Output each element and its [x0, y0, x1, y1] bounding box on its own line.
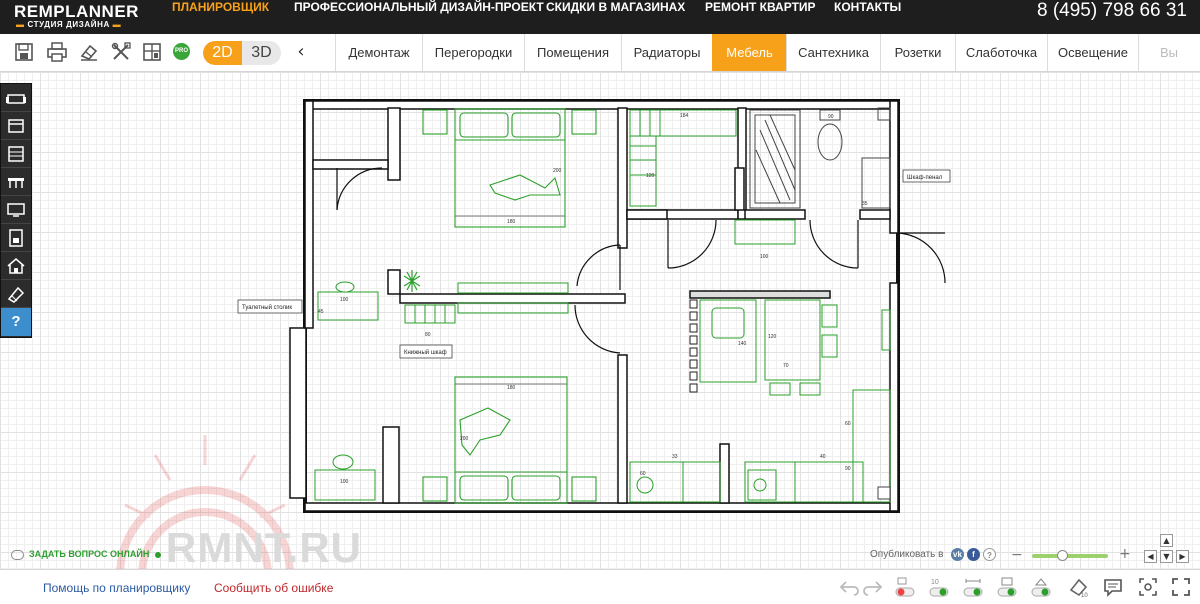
- report-error-link[interactable]: Сообщить об ошибке: [214, 581, 333, 595]
- dim-bed-bottom-side: 200: [460, 436, 469, 442]
- pan-up-button[interactable]: ▲: [1160, 534, 1173, 547]
- focus-icon[interactable]: [1137, 576, 1159, 598]
- toggle-icon[interactable]: [962, 576, 984, 598]
- ask-online-label: ЗАДАТЬ ВОПРОС ОНЛАЙН: [29, 549, 150, 559]
- shoe-rack: [734, 219, 796, 245]
- vk-share-icon[interactable]: vk: [951, 548, 964, 561]
- radiator: [689, 299, 698, 393]
- kitchen: [629, 389, 891, 503]
- decor-tool[interactable]: [1, 280, 31, 308]
- label-vanity: Туалетный столик: [242, 304, 292, 311]
- dim-sofa: 140: [738, 341, 747, 347]
- undo-icon[interactable]: [838, 576, 860, 598]
- chat-icon: [11, 549, 24, 560]
- dim-bed-bottom: 180: [507, 385, 516, 391]
- bed-bottom: [422, 376, 597, 504]
- appliance-tool[interactable]: [1, 224, 31, 252]
- dim-table-depth: 70: [783, 363, 789, 369]
- pan-down-button[interactable]: ▼: [1160, 550, 1173, 563]
- publish-label: Опубликовать в: [870, 549, 944, 560]
- dim-wardrobe-side: 120: [646, 173, 655, 179]
- bookcase: [404, 304, 456, 324]
- desk-bottom: [314, 454, 376, 501]
- dim-bed-top-side: 200: [553, 168, 562, 174]
- plant: [403, 270, 421, 292]
- bed-tool[interactable]: [1, 112, 31, 140]
- online-status-dot: [155, 551, 162, 558]
- dim-table-width: 120: [768, 334, 777, 340]
- toggle-icon[interactable]: [894, 576, 916, 598]
- sofa-tool[interactable]: [1, 84, 31, 112]
- toggle-icon[interactable]: 10: [928, 576, 950, 598]
- zoom-in-button[interactable]: +: [1119, 546, 1131, 562]
- svg-text:10: 10: [1081, 593, 1088, 598]
- share-help-icon[interactable]: ?: [983, 548, 996, 561]
- dim-desk-bottom: 100: [340, 479, 349, 485]
- dim-cabinet-side: 35: [862, 201, 868, 207]
- dim-wardrobe-top: 184: [680, 113, 689, 119]
- fullscreen-icon[interactable]: [1170, 576, 1192, 598]
- appliance-icon: [9, 229, 23, 247]
- dim-bath-side: 90: [828, 114, 834, 120]
- pan-left-button[interactable]: ◀: [1144, 550, 1157, 563]
- home-icon: [7, 258, 25, 274]
- label-cabinet: Шкаф-пенал: [907, 175, 943, 181]
- interior-walls: [312, 107, 891, 504]
- dim-hall-rack: 100: [760, 254, 769, 260]
- dim-hall-shelf: 100: [340, 297, 349, 303]
- sofa-icon: [6, 94, 26, 104]
- bottom-bar: Помощь по планировщику Сообщить об ошибк…: [0, 569, 1200, 604]
- toggle-icon[interactable]: [1030, 576, 1052, 598]
- dim-kitchen-d: 90: [845, 466, 851, 472]
- zoom-slider[interactable]: [1032, 554, 1108, 558]
- help-link[interactable]: Помощь по планировщику: [43, 581, 190, 595]
- label-bookcase: Книжный шкаф: [404, 349, 447, 356]
- decor-icon: [7, 286, 25, 303]
- table-icon: [8, 178, 24, 188]
- floor-plan[interactable]: 180 200 100 45 Туалетный столик 80 Книжн…: [0, 0, 1200, 604]
- bed-top: [422, 108, 597, 228]
- dim-kitchen-c: 40: [820, 454, 826, 460]
- wardrobe: [629, 109, 737, 207]
- home-tool[interactable]: [1, 252, 31, 280]
- zoom-out-button[interactable]: −: [1011, 547, 1023, 563]
- pan-right-button[interactable]: ▶: [1176, 550, 1189, 563]
- redo-icon[interactable]: [862, 576, 884, 598]
- dim-kitchen-b: 33: [672, 454, 678, 460]
- table-tool[interactable]: [1, 168, 31, 196]
- svg-text:10: 10: [931, 579, 939, 586]
- wardrobe-icon: [8, 146, 24, 162]
- eraser-icon[interactable]: 10: [1068, 576, 1090, 598]
- dim-bed-top: 180: [507, 219, 516, 225]
- dim-hall-shelf-side: 45: [318, 309, 324, 315]
- dim-bookcase: 80: [425, 332, 431, 338]
- furniture-toolbar: ?: [0, 83, 32, 338]
- toggle-icon[interactable]: [996, 576, 1018, 598]
- tv-icon: [7, 203, 25, 217]
- facebook-share-icon[interactable]: f: [967, 548, 980, 561]
- comment-icon[interactable]: [1102, 576, 1124, 598]
- dim-kitchen-e: 60: [845, 421, 851, 427]
- ask-online-button[interactable]: ЗАДАТЬ ВОПРОС ОНЛАЙН: [11, 549, 162, 563]
- doors: [336, 167, 946, 354]
- bathroom: [749, 107, 891, 209]
- dim-kitchen-a: 60: [640, 471, 646, 477]
- wardrobe-tool[interactable]: [1, 140, 31, 168]
- living-room: [699, 299, 891, 396]
- tv-tool[interactable]: [1, 196, 31, 224]
- bed-icon: [8, 119, 24, 133]
- help-button[interactable]: ?: [1, 308, 31, 336]
